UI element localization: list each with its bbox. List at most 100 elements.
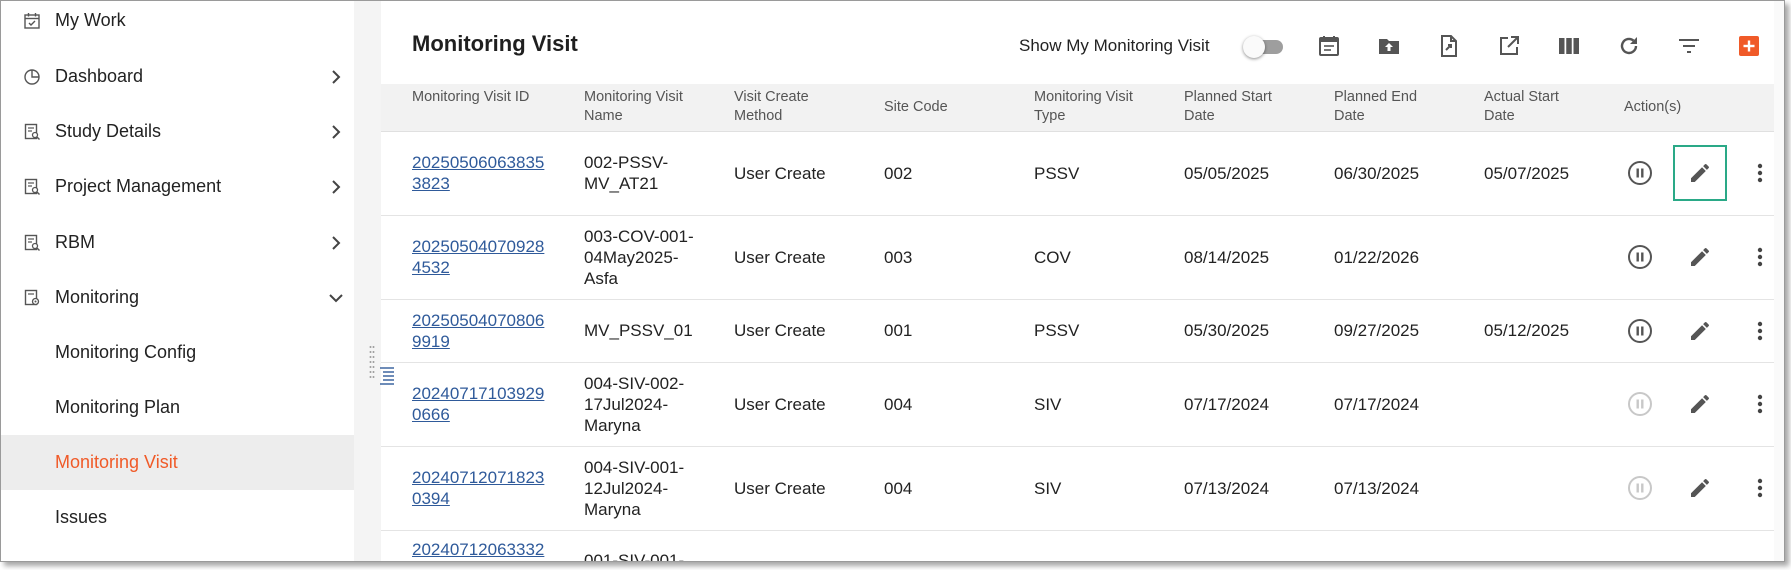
cell-line[interactable]: 0394	[412, 488, 544, 509]
visit-id-link[interactable]: 20240712063332	[412, 539, 544, 560]
pencil-icon	[1691, 247, 1710, 266]
columns-button[interactable]	[1555, 32, 1583, 60]
cell-pend: 09/27/2025	[1334, 321, 1420, 340]
table-header: Monitoring Visit ID Monitoring Visit Nam…	[381, 84, 1784, 132]
cell-name: 004-SIV-002- 17Jul2024- Maryna	[584, 373, 684, 436]
sidebar: My Work Dashboard Study Details Project …	[1, 1, 354, 561]
visit-id-link[interactable]: 20250506063835 3823	[412, 152, 544, 194]
more-options-button[interactable]	[1744, 157, 1776, 189]
cell-line[interactable]: 20250504070928	[412, 236, 544, 257]
sidebar-item-label: RBM	[55, 232, 95, 252]
cell-site: 001	[884, 321, 913, 340]
calendar-button[interactable]	[1315, 32, 1343, 60]
more-options-button[interactable]	[1744, 472, 1776, 504]
more-options-button[interactable]	[1744, 315, 1776, 347]
column-header-create-method[interactable]: Visit Create Method	[734, 88, 844, 126]
drag-handle-icon[interactable]	[369, 344, 375, 380]
add-icon	[1739, 36, 1759, 56]
pause-circle-icon	[1628, 161, 1652, 185]
show-my-visits-toggle[interactable]	[1243, 36, 1283, 58]
visit-id-link[interactable]: 20240717103929 0666	[412, 383, 544, 425]
cell-line[interactable]: 20240717103929	[412, 383, 544, 404]
cell-line[interactable]: 4532	[412, 257, 544, 278]
visit-id-link[interactable]: 20250504070806 9919	[412, 310, 544, 352]
chevron-right-icon	[332, 235, 341, 250]
cell-line[interactable]: 20240712071823	[412, 467, 544, 488]
pause-button[interactable]	[1624, 388, 1656, 420]
sidebar-item-dashboard[interactable]: Dashboard	[1, 49, 354, 104]
chevron-down-icon	[329, 293, 343, 302]
calendar-icon	[1319, 36, 1339, 56]
edit-button[interactable]	[1673, 145, 1727, 201]
table-row: 20250506063835 3823 002-PSSV- MV_AT21 User C…	[381, 131, 1784, 216]
pause-button[interactable]	[1624, 472, 1656, 504]
edit-button[interactable]	[1684, 472, 1716, 504]
cell-name: 004-SIV-001- 12Jul2024- Maryna	[584, 457, 684, 520]
cell-pend: 01/22/2026	[1334, 248, 1420, 267]
column-header-visit-name[interactable]: Monitoring Visit Name	[584, 88, 684, 126]
cell-method: User Create	[734, 248, 826, 267]
cell-type: PSSV	[1034, 164, 1080, 183]
cell-line: 004-SIV-002-	[584, 374, 685, 393]
table-row: 20250504070806 9919 MV_PSSV_01 User Create 0…	[381, 299, 1784, 363]
column-header-actual-start[interactable]: Actual Start Date	[1484, 88, 1584, 126]
cell-line[interactable]: 3823	[412, 173, 544, 194]
cell-line: Maryna	[584, 416, 641, 435]
cell-line[interactable]: 9919	[412, 331, 544, 352]
column-header-planned-end[interactable]: Planned End Date	[1334, 88, 1434, 126]
cell-pend: 06/30/2025	[1334, 164, 1420, 183]
cell-line[interactable]: 20250504070806	[412, 310, 544, 331]
pencil-icon	[1691, 394, 1710, 413]
column-header-visit-type[interactable]: Monitoring Visit Type	[1034, 88, 1134, 126]
sidebar-item-monitoring-visit[interactable]: Monitoring Visit	[1, 435, 354, 490]
sidebar-item-monitoring-plan[interactable]: Monitoring Plan	[1, 380, 354, 435]
more-vertical-icon	[1757, 321, 1763, 341]
column-header-visit-id[interactable]: Monitoring Visit ID	[412, 88, 552, 107]
add-button[interactable]	[1735, 32, 1763, 60]
cell-line: 001-SIV-001-	[584, 551, 685, 562]
column-header-planned-start[interactable]: Planned Start Date	[1184, 88, 1294, 126]
vertical-scrollbar[interactable]	[1774, 1, 1784, 561]
sidebar-item-label: Project Management	[55, 176, 222, 196]
visit-id-link[interactable]: 20240712071823 0394	[412, 467, 544, 509]
cell-astart: 05/12/2025	[1484, 321, 1570, 340]
export-button[interactable]	[1435, 32, 1463, 60]
cell-line: 002-PSSV-	[584, 153, 669, 172]
pause-button[interactable]	[1624, 315, 1656, 347]
more-options-button[interactable]	[1744, 388, 1776, 420]
sidebar-item-study-details[interactable]: Study Details	[1, 104, 354, 159]
sidebar-item-issues[interactable]: Issues	[1, 490, 354, 545]
refresh-button[interactable]	[1615, 32, 1643, 60]
edit-button[interactable]	[1684, 388, 1716, 420]
filter-button[interactable]	[1675, 32, 1703, 60]
sidebar-item-monitoring[interactable]: Monitoring	[1, 270, 354, 325]
chevron-right-icon	[332, 124, 341, 139]
sidebar-item-label: Monitoring	[55, 287, 140, 307]
pause-circle-icon	[1628, 245, 1652, 269]
column-header-site-code[interactable]: Site Code	[884, 98, 994, 117]
table-row: 20240712063332 001-SIV-001-	[381, 530, 1784, 562]
pie-chart-icon	[24, 68, 40, 85]
sidebar-item-my-work[interactable]: My Work	[1, 1, 354, 48]
sidebar-item-monitoring-config[interactable]: Monitoring Config	[1, 325, 354, 380]
cell-line[interactable]: 20240712063332	[412, 539, 544, 560]
upload-button[interactable]	[1375, 32, 1403, 60]
more-vertical-icon	[1757, 163, 1763, 183]
pause-button[interactable]	[1624, 241, 1656, 273]
edit-button[interactable]	[1684, 315, 1716, 347]
open-external-button[interactable]	[1495, 32, 1523, 60]
sidebar-item-project-management[interactable]: Project Management	[1, 159, 354, 214]
toggle-label: Show My Monitoring Visit	[1019, 36, 1210, 55]
document-gear-icon	[24, 289, 40, 305]
cell-line[interactable]: 0666	[412, 404, 544, 425]
edit-button[interactable]	[1684, 241, 1716, 273]
cell-line[interactable]: 20250506063835	[412, 152, 544, 173]
sidebar-item-label: Study Details	[55, 121, 162, 141]
visit-id-link[interactable]: 20250504070928 4532	[412, 236, 544, 278]
page-title: Monitoring Visit	[412, 31, 578, 56]
sidebar-item-rbm[interactable]: RBM	[1, 215, 354, 270]
main-panel: Monitoring Visit Show My Monitoring Visi…	[381, 1, 1784, 561]
pause-button[interactable]	[1624, 157, 1656, 189]
document-search-icon	[24, 178, 40, 195]
more-options-button[interactable]	[1744, 241, 1776, 273]
